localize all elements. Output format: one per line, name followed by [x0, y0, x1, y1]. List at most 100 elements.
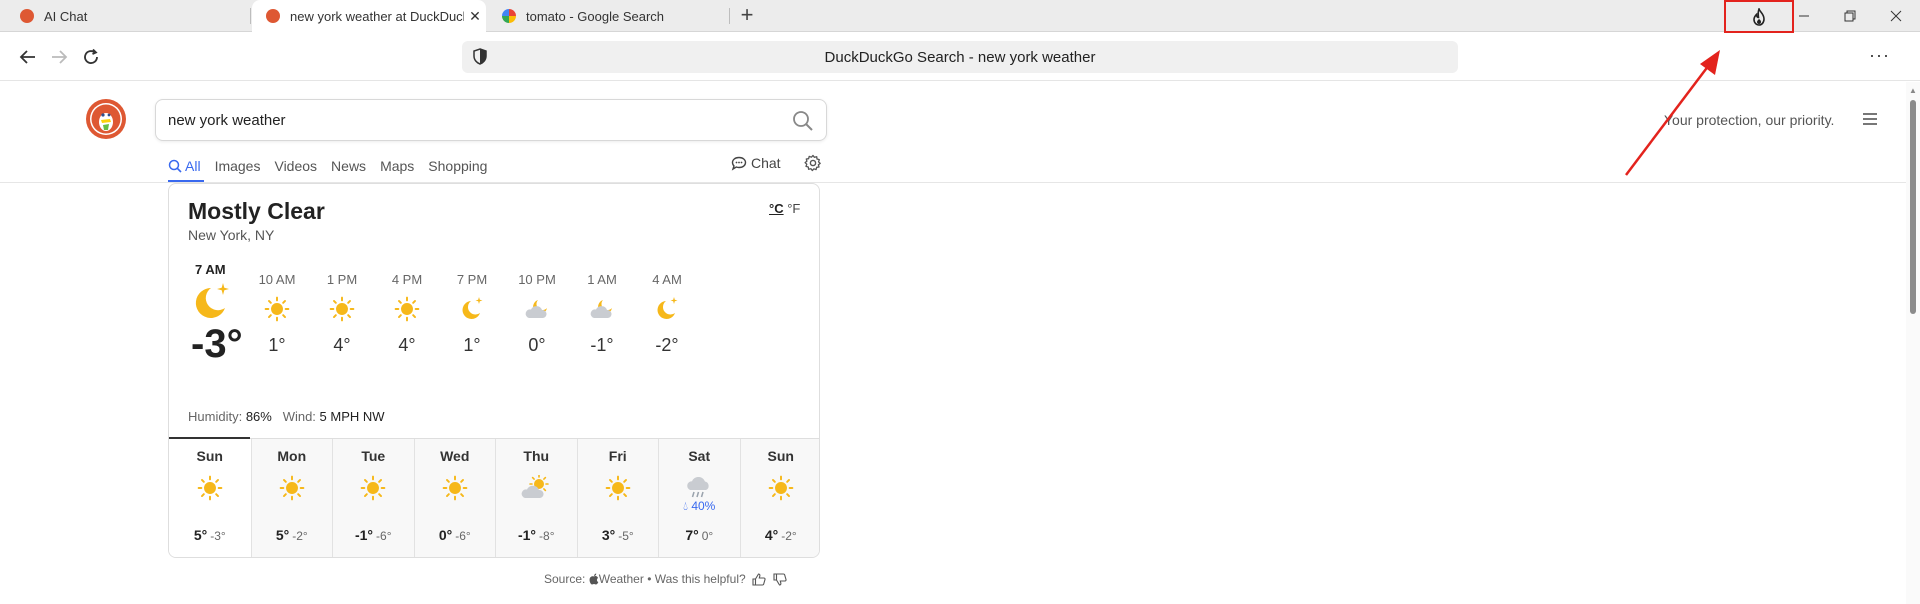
- humidity-label: Humidity:: [188, 409, 243, 424]
- vertical-tabs: All Images Videos News Maps Shopping: [168, 154, 501, 178]
- scrollbar[interactable]: ▲: [1906, 82, 1920, 604]
- hamburger-menu-icon[interactable]: [1862, 112, 1878, 131]
- tab-new-york-weather[interactable]: new york weather at DuckDuckGo ✕: [252, 0, 486, 32]
- scrollbar-thumb[interactable]: [1910, 100, 1916, 314]
- wind-label: Wind:: [282, 409, 316, 424]
- high-temp: 5°: [193, 527, 208, 543]
- tab-separator: [729, 8, 730, 24]
- duckduckgo-icon: [266, 9, 280, 23]
- precipitation: 💧︎ 40%: [659, 499, 740, 514]
- search-box[interactable]: [155, 99, 827, 141]
- tab-ai-chat[interactable]: AI Chat: [6, 0, 246, 32]
- address-bar[interactable]: DuckDuckGo Search - new york weather: [462, 41, 1458, 73]
- hourly-item: 1 AM -1°: [572, 272, 632, 356]
- hour-label: 1 AM: [587, 272, 617, 287]
- hour-temperature: 4°: [398, 335, 416, 355]
- day-name: Sat: [688, 448, 711, 464]
- day-item[interactable]: Sun 5° -3°: [169, 439, 251, 557]
- duckduckgo-logo[interactable]: [86, 99, 126, 139]
- humidity-value: 86%: [245, 409, 272, 424]
- sun-icon: [741, 468, 820, 508]
- tab-tomato-search[interactable]: tomato - Google Search: [488, 0, 728, 32]
- high-temp: 3°: [601, 527, 616, 543]
- raindrop-icon: 💧︎: [683, 499, 688, 513]
- fahrenheit-toggle[interactable]: °F: [787, 201, 800, 216]
- hour-label: 10 PM: [518, 272, 556, 287]
- vertical-tab-news[interactable]: News: [331, 158, 366, 174]
- hour-temperature: -1°: [590, 335, 614, 355]
- high-temp: -1°: [354, 527, 374, 543]
- tab-strip: AI Chat new york weather at DuckDuckGo ✕…: [0, 0, 1920, 33]
- minimize-button[interactable]: [1781, 0, 1827, 32]
- arrow-right-icon: [52, 50, 68, 64]
- day-name: Sun: [196, 448, 223, 464]
- gear-icon: [804, 154, 821, 172]
- hour-temperature: 0°: [528, 335, 546, 355]
- vertical-tab-shopping[interactable]: Shopping: [428, 158, 487, 174]
- search-icon[interactable]: [792, 110, 814, 137]
- hourly-item: 10 PM 0°: [507, 272, 567, 356]
- day-temperatures: -1° -8°: [496, 527, 577, 543]
- forward-button[interactable]: [45, 43, 73, 71]
- reload-button[interactable]: [77, 43, 105, 71]
- search-input[interactable]: [168, 111, 768, 129]
- moon-icon: [637, 289, 697, 329]
- wind-value: 5 MPH NW: [319, 409, 385, 424]
- day-item[interactable]: Thu -1° -8°: [495, 439, 577, 557]
- address-text: DuckDuckGo Search - new york weather: [824, 48, 1096, 66]
- sun-icon: [578, 468, 659, 508]
- day-item[interactable]: Fri 3° -5°: [576, 439, 659, 557]
- humidity-wind: Humidity: 86% Wind: 5 MPH NW: [188, 409, 385, 424]
- vertical-tab-label: All: [185, 158, 201, 174]
- duckduckgo-icon: [20, 9, 34, 23]
- shield-icon[interactable]: [472, 48, 488, 69]
- high-temp: 0°: [438, 527, 453, 543]
- new-tab-button[interactable]: +: [733, 2, 761, 30]
- day-item[interactable]: Wed 0° -6°: [413, 439, 496, 557]
- day-item[interactable]: Tue -1° -6°: [332, 439, 414, 557]
- vertical-tab-maps[interactable]: Maps: [380, 158, 414, 174]
- source-name: Weather: [598, 572, 644, 586]
- low-temp: -5°: [618, 529, 634, 543]
- day-name: Thu: [523, 448, 550, 464]
- low-temp: -6°: [376, 529, 392, 543]
- day-name: Tue: [361, 448, 386, 464]
- day-item[interactable]: Mon 5° -2°: [250, 439, 332, 557]
- annotation-arrow: [1625, 50, 1720, 176]
- hourly-item: 10 AM 1°: [247, 272, 307, 356]
- daily-forecast: Sun 5° -3° Mon 5° -2° Tue -1° -6° Wed 0° -6° Thu -1° -…: [169, 438, 820, 557]
- vertical-tab-all[interactable]: All: [168, 158, 201, 174]
- low-temp: -6°: [455, 529, 471, 543]
- day-name: Sun: [767, 448, 794, 464]
- tab-title: tomato - Google Search: [526, 8, 665, 24]
- day-item[interactable]: Sun 4° -2°: [739, 439, 820, 557]
- close-window-button[interactable]: [1873, 0, 1919, 32]
- high-temp: 4°: [764, 527, 779, 543]
- reload-icon: [84, 48, 98, 64]
- day-item[interactable]: Sat 💧︎ 40% 7° 0°: [658, 439, 740, 557]
- weather-location: New York, NY: [188, 227, 275, 243]
- vertical-tab-videos[interactable]: Videos: [274, 158, 317, 174]
- back-button[interactable]: [14, 43, 42, 71]
- restore-button[interactable]: [1827, 0, 1873, 32]
- close-tab-icon[interactable]: ✕: [464, 8, 486, 25]
- settings-button[interactable]: [804, 154, 822, 177]
- celsius-toggle[interactable]: °C: [769, 201, 784, 216]
- high-temp: -1°: [517, 527, 537, 543]
- sun-icon: [415, 468, 496, 508]
- unit-toggle: °C °F: [769, 201, 800, 216]
- day-temperatures: 4° -2°: [741, 527, 820, 543]
- chat-button[interactable]: Chat: [731, 155, 781, 171]
- day-name: Fri: [608, 448, 627, 464]
- hour-temperature: 4°: [333, 335, 351, 355]
- sun-icon: [169, 468, 251, 508]
- day-name: Mon: [277, 448, 307, 464]
- thumbs-down-icon[interactable]: [773, 572, 787, 586]
- current-temperature: -3°: [191, 322, 243, 366]
- scroll-up-icon[interactable]: ▲: [1909, 86, 1917, 95]
- thumbs-up-icon[interactable]: [752, 572, 766, 586]
- vertical-tab-images[interactable]: Images: [215, 158, 261, 174]
- more-menu-button[interactable]: ···: [1869, 45, 1890, 66]
- fire-icon: [1753, 7, 1765, 26]
- hourly-item: 1 PM 4°: [312, 272, 372, 356]
